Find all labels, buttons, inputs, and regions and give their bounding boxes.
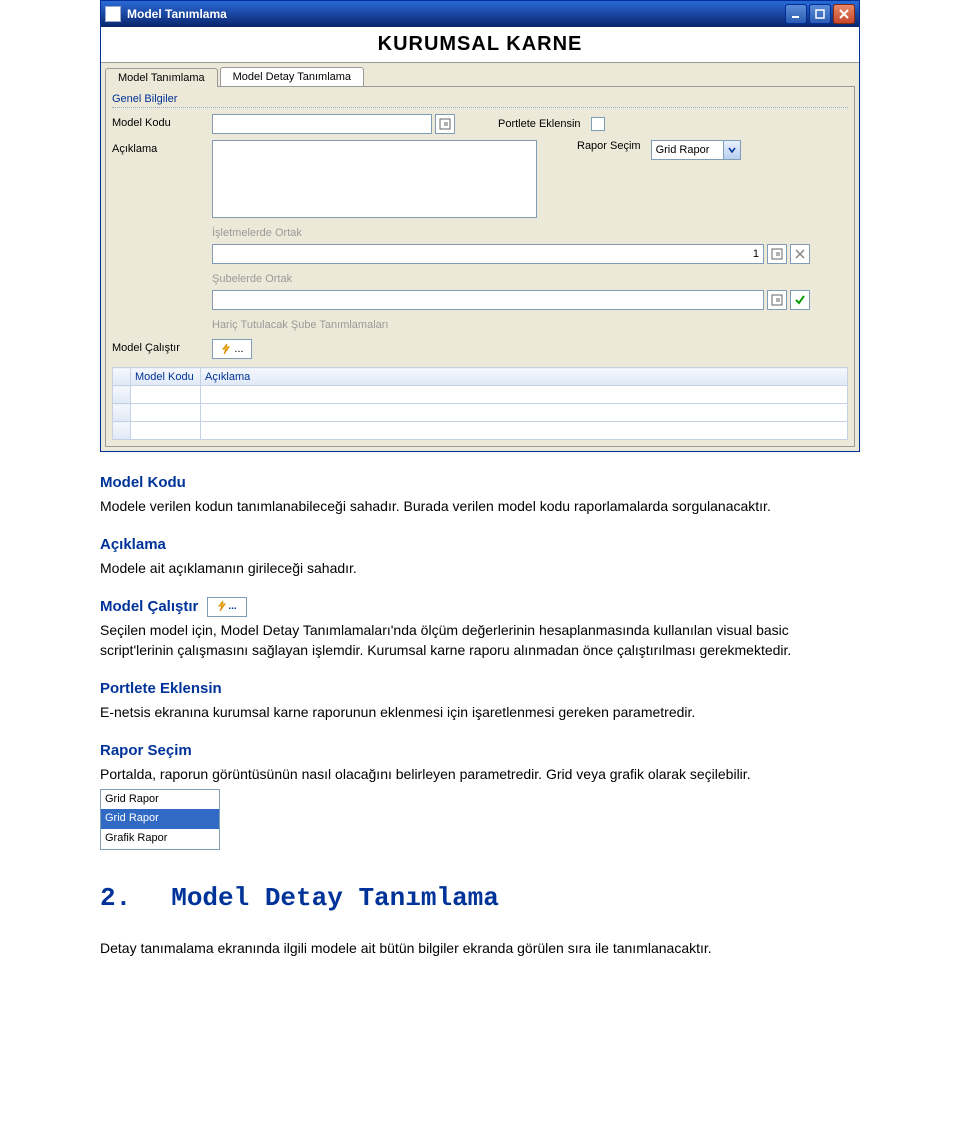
model-calistir-button[interactable]: ... xyxy=(212,339,252,359)
app-icon xyxy=(105,6,121,22)
grid-row[interactable] xyxy=(113,404,848,422)
tabs: Model Tanımlama Model Detay Tanımlama xyxy=(101,63,859,86)
isletmelerde-ortak-input[interactable] xyxy=(212,244,764,264)
dropdown-item[interactable]: Grid Rapor xyxy=(101,790,219,810)
close-button[interactable] xyxy=(833,4,855,24)
document-text: Model Kodu Modele verilen kodun tanımlan… xyxy=(100,472,860,958)
label-portlete-eklensin: Portlete Eklensin xyxy=(498,118,581,130)
rapor-secim-value: Grid Rapor xyxy=(656,144,710,156)
label-haric-sube: Hariç Tutulacak Şube Tanımlamaları xyxy=(212,319,389,331)
heading-model-kodu: Model Kodu xyxy=(100,472,860,494)
subelerde-lookup-button[interactable] xyxy=(767,290,787,310)
grid-col-model-kodu[interactable]: Model Kodu xyxy=(131,368,201,386)
label-model-calistir: Model Çalıştır xyxy=(112,339,212,354)
model-calistir-button-label: ... xyxy=(234,343,243,355)
window-title: Model Tanımlama xyxy=(127,7,785,21)
grid-row[interactable] xyxy=(113,422,848,440)
heading-portlete-eklensin: Portlete Eklensin xyxy=(100,678,860,700)
label-subelerde-ortak: Şubelerde Ortak xyxy=(212,273,292,285)
rapor-secim-dropdown: Grid Rapor Grid Rapor Grafik Rapor xyxy=(100,789,220,851)
label-aciklama: Açıklama xyxy=(112,140,212,155)
grid-header-row: Model Kodu Açıklama xyxy=(113,368,848,386)
maximize-button[interactable] xyxy=(809,4,831,24)
minimize-button[interactable] xyxy=(785,4,807,24)
heading-aciklama: Açıklama xyxy=(100,534,860,556)
grid-corner xyxy=(113,368,131,386)
titlebar[interactable]: Model Tanımlama xyxy=(101,1,859,27)
para-rapor-secim: Portalda, raporun görüntüsünün nasıl ola… xyxy=(100,764,860,784)
lightning-icon: ... xyxy=(207,597,247,617)
tab-model-tanimlama[interactable]: Model Tanımlama xyxy=(105,68,218,87)
rapor-secim-select[interactable]: Grid Rapor xyxy=(651,140,741,160)
subelerde-confirm-button[interactable] xyxy=(790,290,810,310)
tab-pane: Genel Bilgiler Model Kodu Portlete Eklen… xyxy=(105,86,855,447)
dropdown-item-selected[interactable]: Grid Rapor xyxy=(101,809,219,829)
app-window: Model Tanımlama KURUMSAL KARNE Model Tan… xyxy=(100,0,860,452)
para-aciklama: Modele ait açıklamanın girileceği sahadı… xyxy=(100,558,860,578)
isletmelerde-clear-button[interactable] xyxy=(790,244,810,264)
isletmelerde-lookup-button[interactable] xyxy=(767,244,787,264)
chevron-down-icon xyxy=(723,141,740,159)
section-2-heading: 2.Model Detay Tanımlama xyxy=(100,880,860,918)
dropdown-item[interactable]: Grafik Rapor xyxy=(101,829,219,849)
model-kodu-lookup-button[interactable] xyxy=(435,114,455,134)
tab-model-detay-tanimlama[interactable]: Model Detay Tanımlama xyxy=(220,67,364,86)
portlete-eklensin-checkbox[interactable] xyxy=(591,117,605,131)
label-rapor-secim: Rapor Seçim xyxy=(577,140,641,152)
label-isletmelerde-ortak: İşletmelerde Ortak xyxy=(212,227,302,239)
grid-row[interactable] xyxy=(113,386,848,404)
heading-model-calistir: Model Çalıştır ... xyxy=(100,596,860,618)
label-model-kodu: Model Kodu xyxy=(112,114,212,129)
grid: Model Kodu Açıklama xyxy=(112,367,848,440)
para-model-calistir: Seçilen model için, Model Detay Tanımlam… xyxy=(100,620,860,661)
subelerde-ortak-input[interactable] xyxy=(212,290,764,310)
aciklama-textarea[interactable] xyxy=(212,140,537,218)
para-portlete-eklensin: E-netsis ekranına kurumsal karne raporun… xyxy=(100,702,860,722)
grid-col-aciklama[interactable]: Açıklama xyxy=(201,368,848,386)
app-title: KURUMSAL KARNE xyxy=(101,27,859,63)
para-model-kodu: Modele verilen kodun tanımlanabileceği s… xyxy=(100,496,860,516)
group-genel-bilgiler: Genel Bilgiler xyxy=(112,93,848,108)
para-section-2: Detay tanımalama ekranında ilgili modele… xyxy=(100,938,860,958)
model-kodu-input[interactable] xyxy=(212,114,432,134)
heading-rapor-secim: Rapor Seçim xyxy=(100,740,860,762)
